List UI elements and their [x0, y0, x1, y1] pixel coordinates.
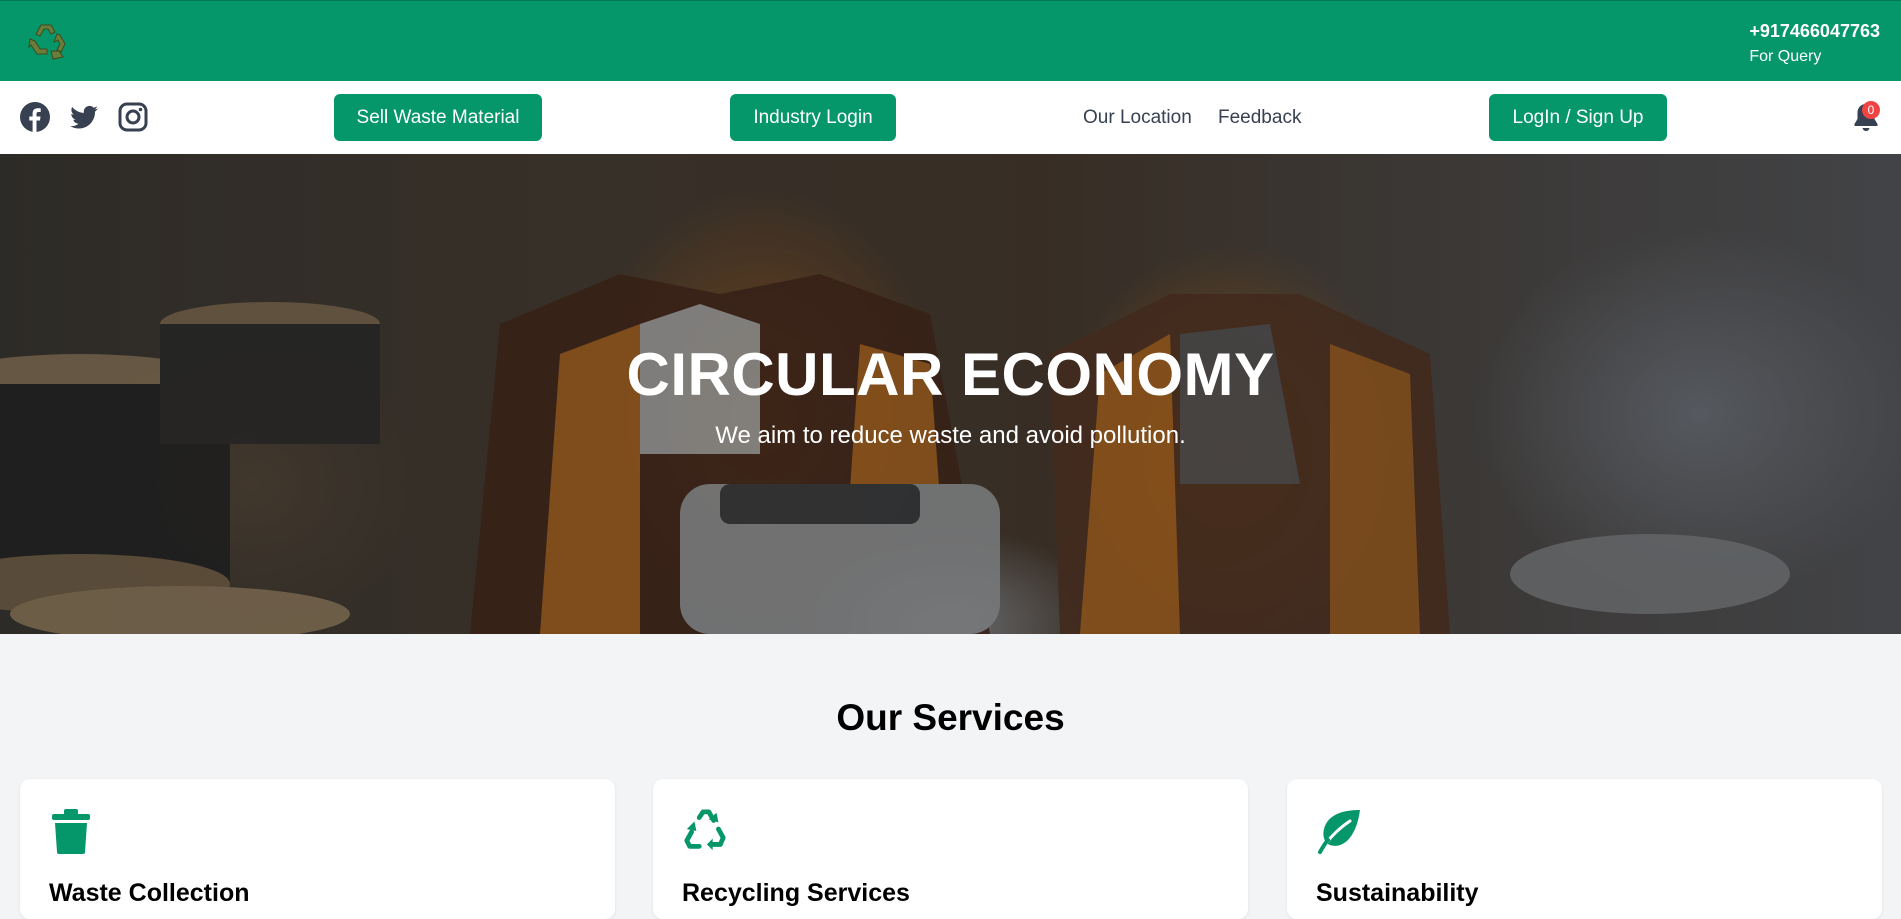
leaf-icon	[1316, 807, 1360, 855]
instagram-icon[interactable]	[117, 101, 149, 133]
trash-icon	[49, 807, 93, 855]
navigation-bar: Sell Waste Material Industry Login Our L…	[0, 81, 1901, 154]
phone-number[interactable]: +917466047763	[1749, 20, 1880, 42]
service-card-title: Recycling Services	[682, 879, 910, 907]
hero-subtitle: We aim to reduce waste and avoid polluti…	[715, 422, 1186, 449]
login-signup-button[interactable]: LogIn / Sign Up	[1489, 94, 1667, 141]
contact-info: +917466047763 For Query	[1749, 20, 1880, 68]
service-card-recycling[interactable]: Recycling Services	[653, 779, 1248, 919]
phone-caption: For Query	[1749, 48, 1822, 65]
sell-waste-button[interactable]: Sell Waste Material	[334, 94, 542, 141]
twitter-icon[interactable]	[68, 101, 100, 133]
industry-login-button[interactable]: Industry Login	[730, 94, 896, 141]
recycle-logo-icon[interactable]	[27, 21, 71, 63]
hero-title: CIRCULAR ECONOMY	[626, 341, 1275, 408]
hero-banner: CIRCULAR ECONOMY We aim to reduce waste …	[0, 154, 1901, 634]
facebook-icon[interactable]	[19, 101, 51, 133]
feedback-link[interactable]: Feedback	[1218, 106, 1301, 130]
notification-count-badge: 0	[1862, 101, 1880, 119]
service-card-sustainability[interactable]: Sustainability	[1287, 779, 1882, 919]
top-header-bar: +917466047763 For Query	[0, 0, 1901, 81]
service-card-waste-collection[interactable]: Waste Collection	[20, 779, 615, 919]
recycle-icon	[682, 807, 726, 855]
service-card-title: Waste Collection	[49, 879, 250, 907]
our-location-link[interactable]: Our Location	[1083, 106, 1192, 130]
service-card-title: Sustainability	[1316, 879, 1479, 907]
services-heading: Our Services	[836, 697, 1065, 738]
